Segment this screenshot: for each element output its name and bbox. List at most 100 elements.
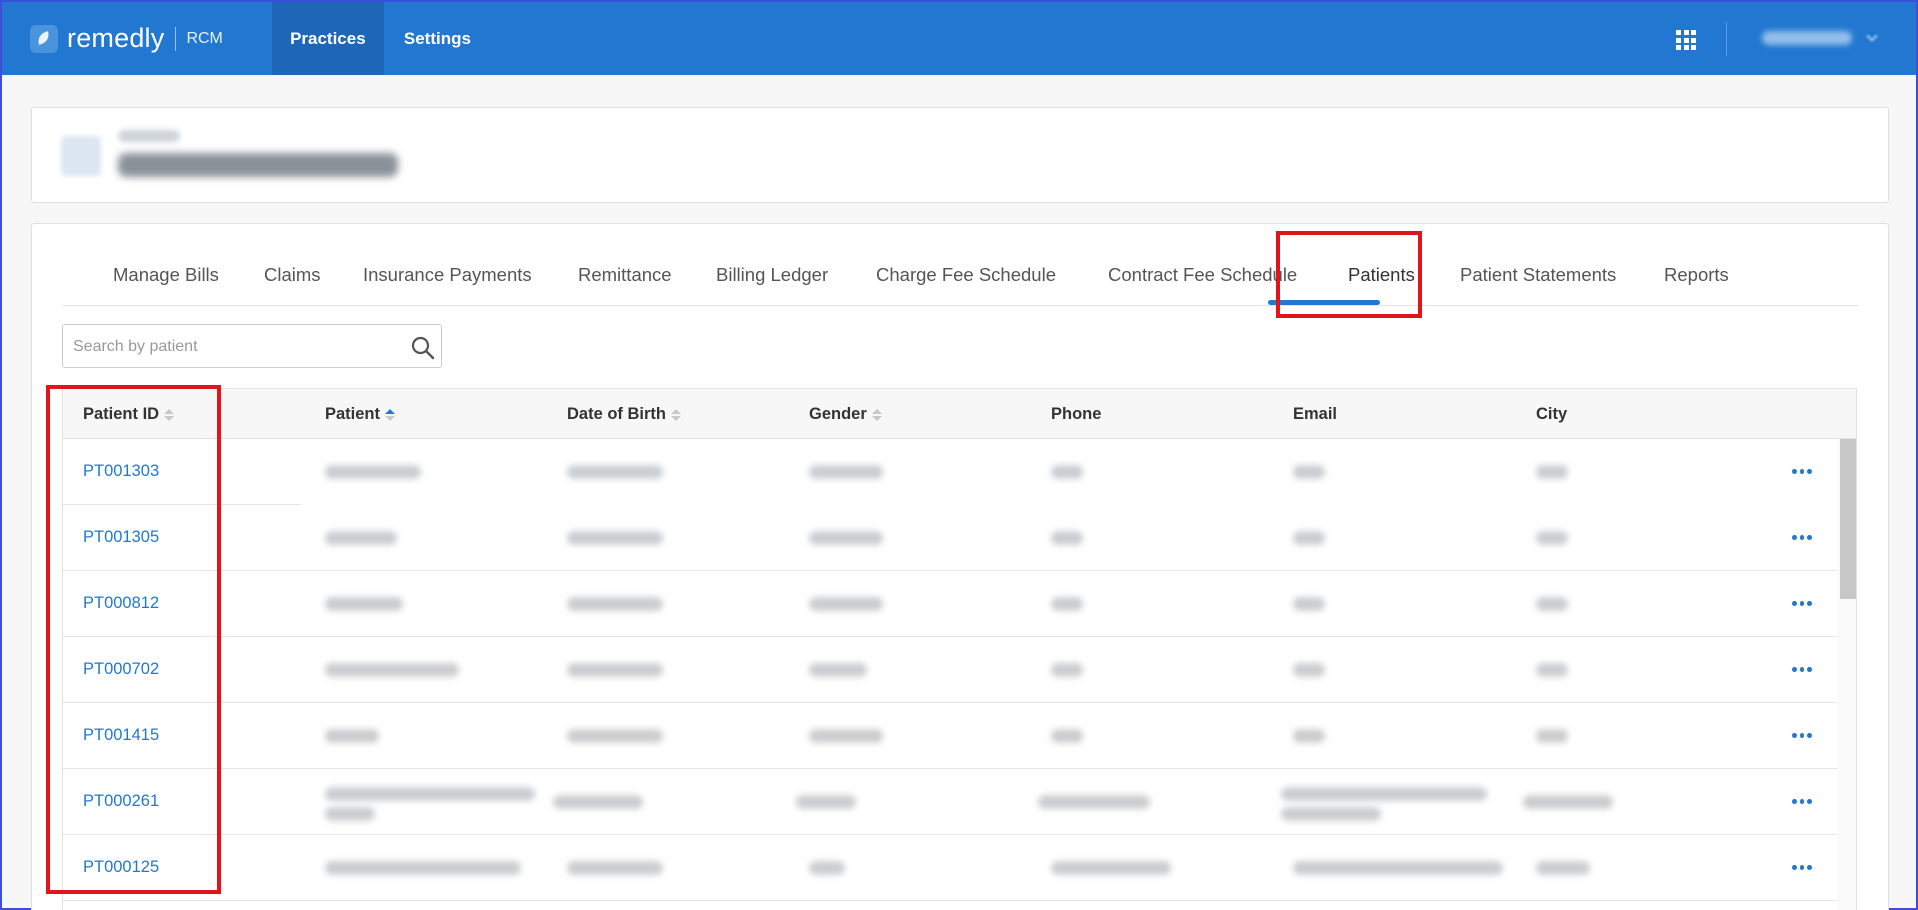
more-options-icon[interactable]: [1792, 799, 1813, 805]
table-row[interactable]: PT000702: [63, 637, 1837, 703]
phone-redacted: [1051, 663, 1083, 677]
brand-name: remedly: [67, 23, 165, 53]
more-options-icon[interactable]: [1792, 469, 1813, 475]
patient-name-redacted: [325, 531, 397, 545]
patient-id-link[interactable]: PT000125: [83, 858, 159, 877]
email-redacted: [1281, 787, 1487, 801]
more-options-icon[interactable]: [1792, 733, 1813, 739]
tab-claims[interactable]: Claims: [264, 264, 321, 286]
tab-billing-ledger[interactable]: Billing Ledger: [716, 264, 828, 286]
column-header-gender[interactable]: Gender: [809, 405, 882, 424]
city-redacted: [1536, 663, 1568, 677]
city-redacted: [1536, 597, 1568, 611]
nav-practices[interactable]: Practices: [271, 2, 384, 75]
sort-icon[interactable]: [871, 408, 882, 421]
city-redacted: [1536, 861, 1590, 875]
patient-search-box[interactable]: [62, 324, 442, 368]
patient-id-link[interactable]: PT001305: [83, 528, 159, 547]
city-redacted: [1523, 795, 1613, 809]
patient-id-link[interactable]: PT000261: [83, 792, 159, 811]
sort-ascending-icon[interactable]: [385, 408, 396, 421]
column-header-patient-id[interactable]: Patient ID: [83, 405, 175, 424]
phone-redacted: [1051, 597, 1083, 611]
patient-id-link[interactable]: PT001415: [83, 726, 159, 745]
phone-redacted: [1051, 729, 1083, 743]
column-header-email: Email: [1293, 405, 1337, 424]
tab-charge-fee-schedule[interactable]: Charge Fee Schedule: [876, 264, 1056, 286]
billing-tabs: Manage Bills Claims Insurance Payments R…: [63, 224, 1858, 306]
table-row[interactable]: PT001303: [63, 439, 1837, 505]
tab-contract-fee-schedule[interactable]: Contract Fee Schedule: [1108, 264, 1311, 286]
table-row[interactable]: PT001415: [63, 703, 1837, 769]
column-label: Date of Birth: [567, 405, 666, 423]
gender-redacted: [809, 465, 883, 479]
patient-name-redacted: [325, 861, 521, 875]
dob-redacted: [567, 465, 663, 479]
email-redacted: [1293, 729, 1325, 743]
gender-redacted: [796, 795, 856, 809]
phone-redacted: [1051, 465, 1083, 479]
row-divider: [63, 900, 301, 901]
practice-header-card: [31, 107, 1889, 203]
brand-logo[interactable]: remedly RCM: [30, 23, 223, 54]
column-label: Patient ID: [83, 405, 160, 423]
tab-patient-statements[interactable]: Patient Statements: [1460, 264, 1616, 286]
column-label: Patient: [325, 405, 381, 423]
sort-icon[interactable]: [164, 408, 175, 421]
brand-subtitle: RCM: [186, 29, 223, 47]
more-options-icon[interactable]: [1792, 535, 1813, 541]
more-options-icon[interactable]: [1792, 667, 1813, 673]
nav-settings[interactable]: Settings: [384, 2, 491, 75]
tab-patients[interactable]: Patients: [1348, 264, 1415, 286]
dob-redacted: [567, 597, 663, 611]
email-redacted: [1293, 663, 1325, 677]
patient-name-redacted: [325, 729, 379, 743]
practice-label-redacted: [118, 130, 180, 142]
user-menu-redacted[interactable]: [1762, 31, 1852, 45]
search-icon[interactable]: [410, 335, 436, 361]
tab-insurance-payments[interactable]: Insurance Payments: [363, 264, 532, 286]
patient-id-link[interactable]: PT000812: [83, 594, 159, 613]
gender-redacted: [809, 663, 867, 677]
more-options-icon[interactable]: [1792, 865, 1813, 871]
email-redacted: [1293, 597, 1325, 611]
city-redacted: [1536, 729, 1568, 743]
tab-reports[interactable]: Reports: [1664, 264, 1729, 286]
practice-name-redacted: [118, 153, 398, 177]
table-row[interactable]: PT001305: [63, 505, 1837, 571]
phone-redacted: [1051, 531, 1083, 545]
column-header-city: City: [1536, 405, 1567, 424]
gender-redacted: [809, 729, 883, 743]
patients-table: Patient ID Patient Date of Birth Gender …: [62, 388, 1857, 910]
table-row[interactable]: PT000261: [63, 769, 1837, 835]
patient-name-redacted: [325, 663, 459, 677]
row-divider: [301, 900, 1837, 901]
patient-id-link[interactable]: PT001303: [83, 462, 159, 481]
table-row[interactable]: PT000125: [63, 835, 1837, 901]
city-redacted: [1536, 531, 1568, 545]
dob-redacted: [567, 861, 663, 875]
column-header-patient[interactable]: Patient: [325, 405, 396, 424]
practice-avatar: [61, 136, 101, 176]
grid-icon[interactable]: [1676, 30, 1696, 50]
table-scrollbar-thumb[interactable]: [1840, 439, 1856, 599]
column-label: Gender: [809, 405, 867, 423]
tab-remittance[interactable]: Remittance: [578, 264, 672, 286]
sort-icon[interactable]: [671, 408, 681, 421]
phone-redacted: [1038, 795, 1150, 809]
brand-divider: [175, 26, 177, 51]
city-redacted: [1536, 465, 1568, 479]
more-options-icon[interactable]: [1792, 601, 1813, 607]
search-input[interactable]: [73, 335, 393, 359]
column-header-phone: Phone: [1051, 405, 1101, 424]
gender-redacted: [809, 597, 883, 611]
topbar-divider: [1726, 22, 1727, 56]
email-redacted: [1293, 465, 1325, 479]
patient-id-link[interactable]: PT000702: [83, 660, 159, 679]
dob-redacted: [567, 663, 663, 677]
table-row[interactable]: PT000812: [63, 571, 1837, 637]
tab-manage-bills[interactable]: Manage Bills: [113, 264, 219, 286]
column-label: Phone: [1051, 405, 1102, 423]
email-redacted: [1281, 807, 1381, 821]
column-header-date-of-birth[interactable]: Date of Birth: [567, 405, 681, 424]
